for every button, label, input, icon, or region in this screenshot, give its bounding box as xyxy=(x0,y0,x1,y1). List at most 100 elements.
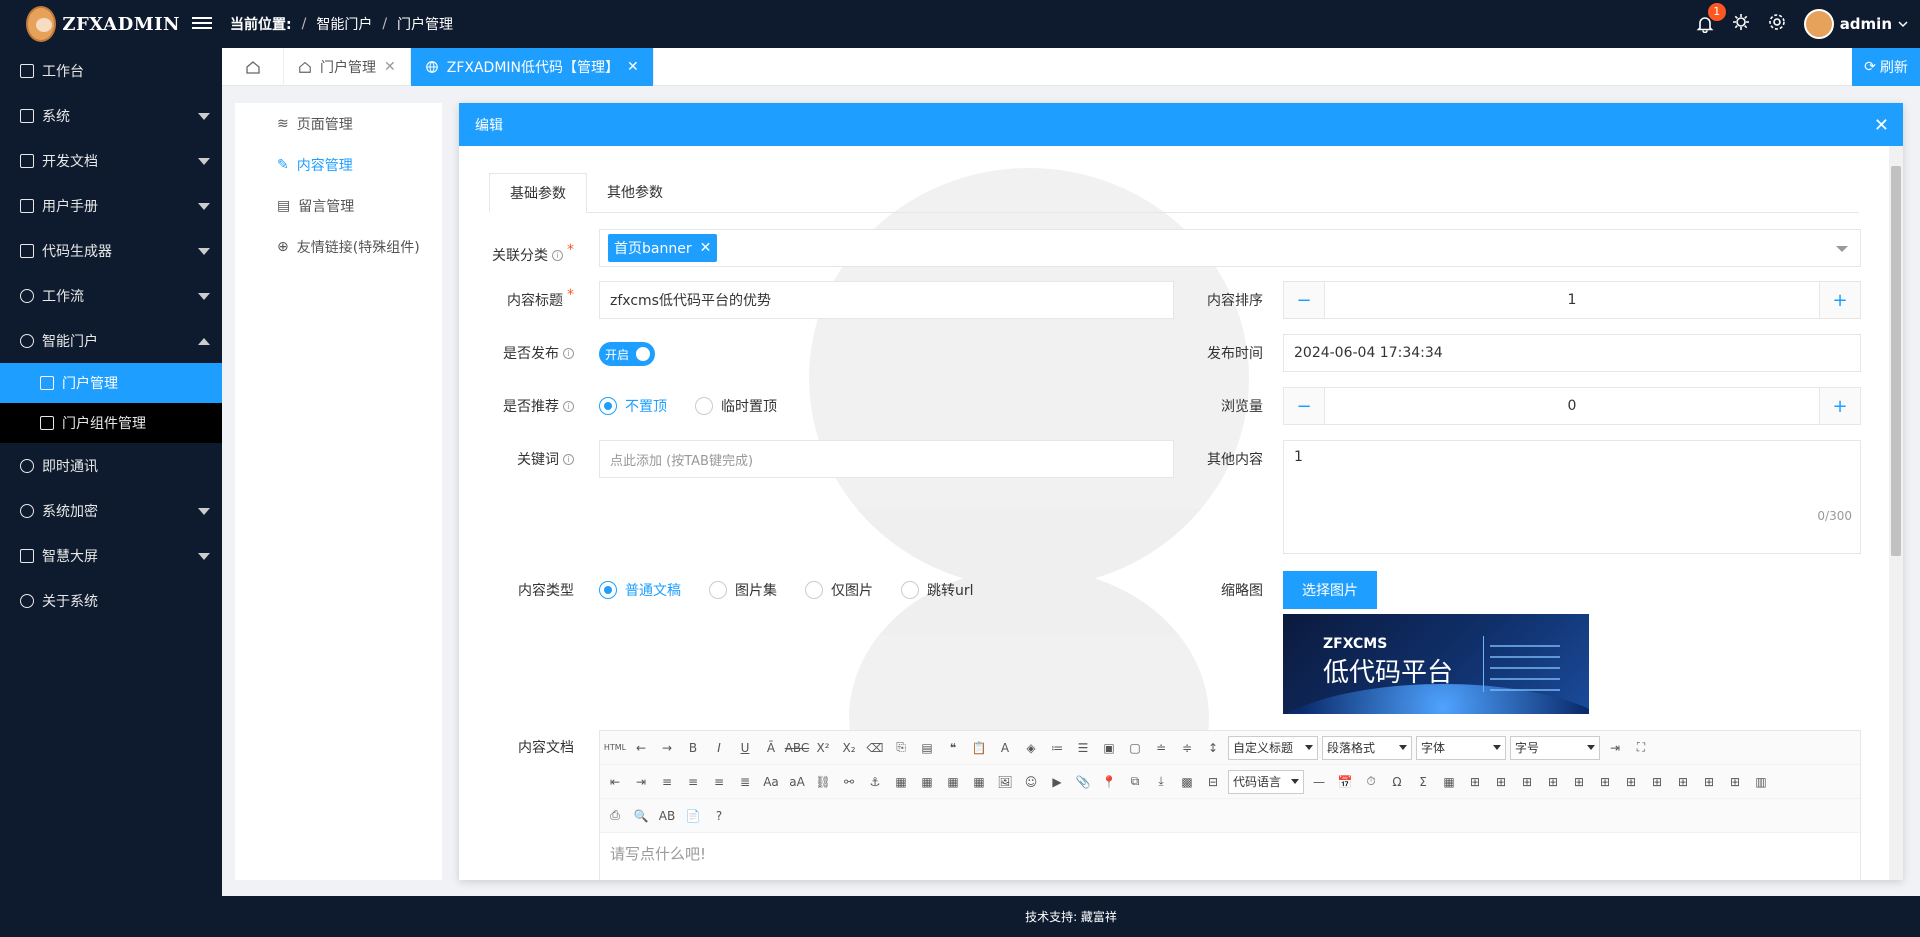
image-center-icon[interactable]: ▦ xyxy=(968,771,990,793)
sort-stepper[interactable]: − 1 + xyxy=(1283,281,1861,319)
table-row-after-icon[interactable]: ⊞ xyxy=(1516,771,1538,793)
merge-down-icon[interactable]: ⊞ xyxy=(1646,771,1668,793)
row-spacing-top-icon[interactable]: ≐ xyxy=(1150,737,1172,759)
align-center-icon[interactable]: ≡ xyxy=(682,771,704,793)
outdent-icon[interactable]: ⇥ xyxy=(630,771,652,793)
emoji-icon[interactable]: ☺ xyxy=(1020,771,1042,793)
attachment-icon[interactable]: 📎 xyxy=(1072,771,1094,793)
tab-home[interactable] xyxy=(222,48,284,86)
nav-item-message-manage[interactable]: ▤ 留言管理 xyxy=(235,185,442,226)
help-icon[interactable]: ? xyxy=(708,805,730,827)
format-match-icon[interactable]: ⎘ xyxy=(890,737,912,759)
map-icon[interactable]: 📍 xyxy=(1098,771,1120,793)
font-color-icon[interactable]: A xyxy=(994,737,1016,759)
radio-jump-url[interactable]: 跳转url xyxy=(901,580,974,600)
clear-doc-icon[interactable]: ▢ xyxy=(1124,737,1146,759)
to-uppercase-icon[interactable]: Aa xyxy=(760,771,782,793)
insert-col-icon[interactable]: ⊞ xyxy=(1568,771,1590,793)
redo-icon[interactable]: → xyxy=(656,737,678,759)
views-stepper[interactable]: − 0 + xyxy=(1283,387,1861,425)
undo-icon[interactable]: ← xyxy=(630,737,652,759)
delete-table-icon[interactable]: ⊞ xyxy=(1464,771,1486,793)
split-rows-icon[interactable]: ⊞ xyxy=(1698,771,1720,793)
breadcrumb-item[interactable]: 智能门户 xyxy=(316,14,372,34)
minus-button[interactable]: − xyxy=(1284,388,1324,424)
editor-content[interactable]: 请写点什么吧! xyxy=(600,833,1860,880)
insert-image-icon[interactable]: 🖼 xyxy=(994,771,1016,793)
merge-right-icon[interactable]: ⊞ xyxy=(1620,771,1642,793)
user-menu[interactable]: admin xyxy=(1803,9,1908,39)
paste-plain-icon[interactable]: 📋 xyxy=(968,737,990,759)
superscript-icon[interactable]: X² xyxy=(812,737,834,759)
title-input[interactable]: zfxcms低代码平台的优势 xyxy=(599,281,1174,319)
code-language-select[interactable]: 代码语言 xyxy=(1228,769,1304,794)
underline-icon[interactable]: U xyxy=(734,737,756,759)
nav-item-friend-links[interactable]: ⊕ 友情链接(特殊组件) xyxy=(235,226,442,267)
unlink-icon[interactable]: ⚯ xyxy=(838,771,860,793)
radio-image-only[interactable]: 仅图片 xyxy=(805,580,873,600)
merge-cells-icon[interactable]: ⊞ xyxy=(1594,771,1616,793)
align-left-icon[interactable]: ≡ xyxy=(656,771,678,793)
time-icon[interactable]: ⏱ xyxy=(1360,771,1382,793)
tab-other-params[interactable]: 其他参数 xyxy=(587,173,683,213)
nav-item-content-manage[interactable]: ✎ 内容管理 xyxy=(235,144,442,185)
template-icon[interactable]: ⊟ xyxy=(1202,771,1224,793)
sort-value[interactable]: 1 xyxy=(1324,282,1820,318)
sidebar-item-workbench[interactable]: 工作台 xyxy=(0,48,222,93)
plus-button[interactable]: + xyxy=(1820,282,1860,318)
nav-item-page-manage[interactable]: ≋ 页面管理 xyxy=(235,103,442,144)
sidebar-item-encryption[interactable]: 系统加密 xyxy=(0,488,222,533)
direction-rtl-icon[interactable]: ⇥ xyxy=(1604,737,1626,759)
sidebar-item-dev-docs[interactable]: 开发文档 xyxy=(0,138,222,183)
plus-button[interactable]: + xyxy=(1820,388,1860,424)
formula-icon[interactable]: Σ xyxy=(1412,771,1434,793)
line-height-icon[interactable]: ↕ xyxy=(1202,737,1224,759)
eraser-icon[interactable]: ⌫ xyxy=(864,737,886,759)
breadcrumb-item[interactable]: 门户管理 xyxy=(397,14,453,34)
sidebar-subitem-portal-manage[interactable]: 门户管理 xyxy=(0,363,222,403)
publish-time-input[interactable]: 2024-06-04 17:34:34 xyxy=(1283,334,1861,372)
sidebar-item-im[interactable]: 即时通讯 xyxy=(0,443,222,488)
anchor-icon[interactable]: ⚓ xyxy=(864,771,886,793)
select-all-icon[interactable]: ▣ xyxy=(1098,737,1120,759)
minus-button[interactable]: − xyxy=(1284,282,1324,318)
insert-video-icon[interactable]: ▶ xyxy=(1046,771,1068,793)
subscript-icon[interactable]: X₂ xyxy=(838,737,860,759)
html-source-icon[interactable]: HTML xyxy=(604,737,626,759)
tag-close-icon[interactable]: ✕ xyxy=(700,240,712,256)
menu-toggle-icon[interactable] xyxy=(192,14,212,32)
radio-image-set[interactable]: 图片集 xyxy=(709,580,777,600)
radio-normal-doc[interactable]: 普通文稿 xyxy=(599,580,681,600)
sidebar-item-system[interactable]: 系统 xyxy=(0,93,222,138)
ordered-list-icon[interactable]: ≔ xyxy=(1046,737,1068,759)
horizontal-rule-icon[interactable]: — xyxy=(1308,771,1330,793)
close-icon[interactable]: ✕ xyxy=(384,59,396,75)
chart-icon[interactable]: ▥ xyxy=(1750,771,1772,793)
row-spacing-bottom-icon[interactable]: ≑ xyxy=(1176,737,1198,759)
align-justify-icon[interactable]: ≣ xyxy=(734,771,756,793)
unordered-list-icon[interactable]: ☰ xyxy=(1072,737,1094,759)
strikethrough-icon[interactable]: ABC xyxy=(785,737,810,759)
radio-temp-top[interactable]: 临时置顶 xyxy=(695,396,777,416)
font-border-icon[interactable]: Ā xyxy=(760,737,782,759)
views-value[interactable]: 0 xyxy=(1324,388,1820,424)
publish-switch[interactable]: 开启 xyxy=(599,342,655,366)
sidebar-item-workflow[interactable]: 工作流 xyxy=(0,273,222,318)
sidebar-item-big-screen[interactable]: 智慧大屏 xyxy=(0,533,222,578)
date-icon[interactable]: 📅 xyxy=(1334,771,1356,793)
other-content-textarea[interactable]: 1 0/300 xyxy=(1283,440,1861,554)
insert-row-icon[interactable]: ⊞ xyxy=(1542,771,1564,793)
close-icon[interactable]: ✕ xyxy=(1874,115,1889,136)
close-icon[interactable]: ✕ xyxy=(627,59,639,75)
bold-icon[interactable]: B xyxy=(682,737,704,759)
settings-gear-icon[interactable] xyxy=(1768,13,1786,35)
split-cols-icon[interactable]: ⊞ xyxy=(1724,771,1746,793)
print-icon[interactable]: ⎙ xyxy=(604,805,626,827)
choose-image-button[interactable]: 选择图片 xyxy=(1283,571,1377,609)
blockquote-icon[interactable]: ❝ xyxy=(942,737,964,759)
tab-lowcode-manage[interactable]: ZFXADMIN低代码【管理】 ✕ xyxy=(410,48,654,86)
font-size-select[interactable]: 字号 xyxy=(1510,735,1600,760)
modal-scrollbar[interactable] xyxy=(1889,146,1903,880)
image-left-icon[interactable]: ▦ xyxy=(916,771,938,793)
page-break-icon[interactable]: ⤓ xyxy=(1150,771,1172,793)
